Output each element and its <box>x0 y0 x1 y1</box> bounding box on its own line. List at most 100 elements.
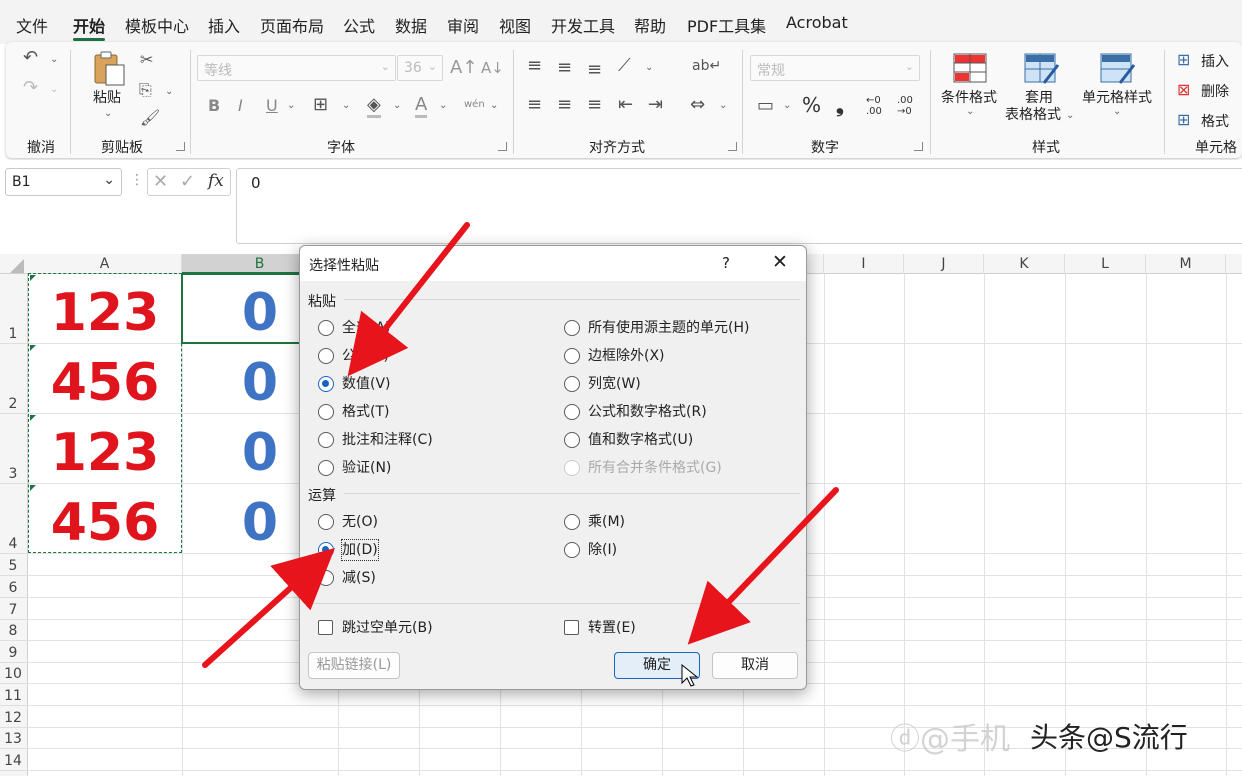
font-name-combo[interactable]: 等线 ⌄ <box>197 55 396 81</box>
tab-help[interactable]: 帮助 <box>634 13 666 37</box>
tab-pdf-tools[interactable]: PDF工具集 <box>687 13 766 37</box>
dialog-launcher-icon[interactable] <box>176 142 185 151</box>
tab-home[interactable]: 开始 <box>73 13 105 37</box>
underline-button[interactable]: U <box>266 96 278 116</box>
chevron-down-icon[interactable]: ⌄ <box>645 62 653 73</box>
italic-button[interactable]: I <box>238 96 243 116</box>
cancel-icon[interactable]: ✕ <box>153 171 168 192</box>
fill-color-icon[interactable]: ◈ <box>367 95 381 118</box>
undo-icon[interactable]: ↶ <box>23 48 38 68</box>
chevron-down-icon[interactable]: ⌄ <box>439 100 447 111</box>
merge-center-icon[interactable]: ⇔ <box>690 95 705 115</box>
paste-icon[interactable] <box>92 51 128 87</box>
percent-style-button[interactable]: % <box>802 95 821 115</box>
tab-review[interactable]: 审阅 <box>447 13 479 37</box>
align-top-icon[interactable]: ≡ <box>527 56 542 76</box>
align-center-icon[interactable]: ≡ <box>557 95 572 115</box>
row-header-10[interactable]: 10 <box>0 663 28 684</box>
dialog-launcher-icon[interactable] <box>728 142 737 151</box>
copy-icon[interactable]: ⎘ <box>139 80 152 100</box>
row-header-7[interactable]: 7 <box>0 598 28 620</box>
row-header-6[interactable]: 6 <box>0 576 28 598</box>
borders-icon[interactable]: ⊞ <box>313 95 328 115</box>
conditional-format-button[interactable]: 条件格式 <box>941 90 997 107</box>
row-header-2[interactable]: 2 <box>0 344 28 414</box>
increase-font-icon[interactable]: A↑ <box>450 58 477 78</box>
tab-view[interactable]: 视图 <box>499 13 531 37</box>
chevron-down-icon[interactable]: ⌄ <box>342 100 350 111</box>
insert-cells-button[interactable]: 插入 <box>1201 51 1229 71</box>
format-as-table-icon[interactable] <box>1024 53 1060 85</box>
format-cells-button[interactable]: 格式 <box>1201 111 1229 131</box>
cell-styles-button[interactable]: 单元格样式 <box>1082 90 1152 107</box>
cell-styles-icon[interactable] <box>1100 53 1136 85</box>
row-header-8[interactable]: 8 <box>0 620 28 641</box>
chevron-down-icon[interactable]: ⌄ <box>287 100 295 111</box>
accounting-format-icon[interactable]: ▭ <box>757 96 774 116</box>
tab-insert[interactable]: 插入 <box>208 13 240 37</box>
row-header-5[interactable]: 5 <box>0 554 28 576</box>
cancel-button[interactable]: 取消 <box>712 652 798 679</box>
increase-decimal-button[interactable]: ←0 .00 <box>866 95 882 117</box>
phonetic-guide-icon[interactable]: wén <box>464 95 485 115</box>
column-header-l[interactable]: L <box>1065 254 1146 274</box>
conditional-format-icon[interactable] <box>953 53 987 83</box>
tab-developer[interactable]: 开发工具 <box>551 13 615 37</box>
paste-label[interactable]: 粘贴 <box>93 90 121 107</box>
orientation-icon[interactable]: ⟋ <box>618 56 631 76</box>
paste-link-button[interactable]: 粘贴链接(L) <box>308 652 400 679</box>
align-right-icon[interactable]: ≡ <box>587 95 602 115</box>
dialog-launcher-icon[interactable] <box>914 142 923 151</box>
chevron-down-icon[interactable]: ⌄ <box>1066 110 1074 121</box>
chevron-down-icon[interactable]: ⌄ <box>50 84 58 95</box>
help-icon[interactable]: ? <box>722 254 730 272</box>
font-size-combo[interactable]: 36 ⌄ <box>397 55 443 81</box>
chevron-down-icon[interactable]: ⌄ <box>783 100 791 111</box>
decrease-indent-icon[interactable]: ⇤ <box>618 95 633 115</box>
close-icon[interactable]: ✕ <box>772 251 788 273</box>
column-header-m[interactable]: M <box>1146 254 1226 274</box>
tab-data[interactable]: 数据 <box>395 13 427 37</box>
tab-template-center[interactable]: 模板中心 <box>125 13 189 37</box>
format-as-table-line2[interactable]: 表格格式 <box>1005 107 1061 124</box>
select-all-icon[interactable] <box>10 259 24 273</box>
name-box[interactable]: B1 ⌄ <box>5 168 122 196</box>
row-header-9[interactable]: 9 <box>0 641 28 663</box>
tab-file[interactable]: 文件 <box>16 13 48 37</box>
wrap-text-icon[interactable]: ab↵ <box>692 56 721 76</box>
chevron-down-icon[interactable]: ⌄ <box>50 54 58 65</box>
column-header-i[interactable]: I <box>824 254 904 274</box>
enter-icon[interactable]: ✓ <box>180 171 195 192</box>
insert-cells-icon[interactable]: ⊞ <box>1177 50 1190 70</box>
align-bottom-icon[interactable]: ≡ <box>587 60 602 80</box>
chevron-down-icon[interactable]: ⌄ <box>393 100 401 111</box>
insert-function-button[interactable]: fx <box>208 171 224 191</box>
cut-icon[interactable]: ✂ <box>140 50 153 70</box>
tab-acrobat[interactable]: Acrobat <box>786 13 848 32</box>
increase-indent-icon[interactable]: ⇥ <box>648 95 663 115</box>
decrease-font-icon[interactable]: A↓ <box>481 58 504 78</box>
chevron-down-icon[interactable]: ⌄ <box>165 86 173 97</box>
decrease-decimal-button[interactable]: .00 →0 <box>897 95 913 117</box>
tab-page-layout[interactable]: 页面布局 <box>260 13 324 37</box>
format-as-table-line1[interactable]: 套用 <box>1025 90 1053 107</box>
delete-cells-icon[interactable]: ⊠ <box>1177 80 1190 100</box>
align-middle-icon[interactable]: ≡ <box>557 58 572 78</box>
font-color-icon[interactable]: A <box>415 95 428 118</box>
chevron-down-icon[interactable]: ⌄ <box>104 108 112 119</box>
tab-formulas[interactable]: 公式 <box>343 13 375 37</box>
column-header-k[interactable]: K <box>984 254 1065 274</box>
row-header-14[interactable]: 14 <box>0 749 28 771</box>
format-cells-icon[interactable]: ⊞ <box>1177 110 1190 130</box>
dialog-launcher-icon[interactable] <box>498 142 507 151</box>
format-painter-icon[interactable]: 🖌 <box>140 108 160 128</box>
row-header-4[interactable]: 4 <box>0 484 28 554</box>
drag-handle-icon[interactable]: ⋮ <box>130 172 144 188</box>
chevron-down-icon[interactable]: ⌄ <box>1113 106 1121 117</box>
column-header-j[interactable]: J <box>904 254 984 274</box>
number-format-combo[interactable]: 常规 ⌄ <box>750 55 920 81</box>
align-left-icon[interactable]: ≡ <box>527 95 542 115</box>
chevron-down-icon[interactable]: ⌄ <box>490 100 498 111</box>
row-header-12[interactable]: 12 <box>0 706 28 728</box>
redo-icon[interactable]: ↷ <box>23 78 38 98</box>
